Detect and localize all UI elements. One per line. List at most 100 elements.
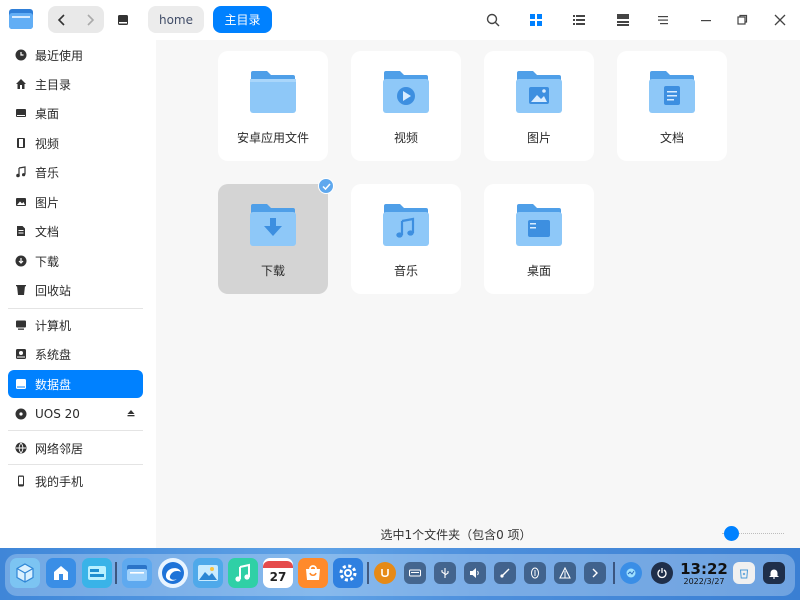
calendar-day: 27: [269, 569, 287, 584]
folder-label: 图片: [526, 131, 551, 145]
desktop-icon: [14, 106, 28, 120]
optical-disc-icon: [14, 407, 28, 421]
settings-icon[interactable]: [333, 558, 363, 588]
disk-icon: [118, 14, 128, 25]
input-method-icon[interactable]: [374, 562, 396, 584]
usb-icon[interactable]: [434, 562, 456, 584]
folder-label: 视频: [393, 131, 418, 145]
main-menu-button[interactable]: [652, 9, 674, 31]
sidebar-item-data-disk[interactable]: 数据盘: [8, 370, 143, 398]
menu-icon: [658, 16, 668, 25]
dock-divider: [613, 562, 615, 584]
grid-view-icon: [530, 14, 542, 26]
folder-music[interactable]: 音乐: [351, 184, 461, 294]
folder-android-apps[interactable]: 安卓应用文件: [218, 51, 328, 161]
chevron-right-icon: [87, 13, 95, 26]
clock[interactable]: 13:22 2022/3/27: [680, 561, 728, 587]
folder-icon: [250, 71, 296, 113]
sidebar-item-videos[interactable]: 视频: [8, 129, 143, 157]
screenshot-icon[interactable]: [494, 562, 516, 584]
sidebar-item-desktop[interactable]: 桌面: [8, 99, 143, 127]
computer-icon: [14, 318, 28, 332]
search-icon: [486, 13, 500, 27]
sidebar-item-trash[interactable]: 回收站: [8, 276, 143, 304]
disk-icon: [14, 377, 28, 391]
list-view-button[interactable]: [568, 9, 590, 31]
forward-button[interactable]: [76, 6, 104, 33]
home-icon: [14, 77, 28, 91]
sidebar-item-home[interactable]: 主目录: [8, 70, 143, 98]
file-grid: 安卓应用文件 视频 图片 文档 下载 音乐 桌面: [156, 40, 800, 548]
notification-bell-icon[interactable]: [763, 562, 785, 584]
network-status-icon[interactable]: [554, 562, 576, 584]
sidebar-item-network[interactable]: 网络邻居: [8, 434, 143, 462]
minimize-button[interactable]: [695, 9, 717, 31]
sidebar-item-my-phone[interactable]: 我的手机: [8, 467, 143, 495]
sidebar-item-uos-20[interactable]: UOS 20: [8, 400, 143, 428]
music-folder-icon: [383, 204, 429, 246]
chevron-left-icon: [57, 13, 65, 26]
sidebar-item-music[interactable]: 音乐: [8, 158, 143, 186]
system-monitor-icon[interactable]: [620, 562, 642, 584]
folder-label: 音乐: [393, 264, 418, 278]
detail-view-button[interactable]: [612, 9, 634, 31]
onscreen-keyboard-icon[interactable]: [404, 562, 426, 584]
music-icon: [14, 165, 28, 179]
selected-check-icon: [318, 178, 334, 194]
back-button[interactable]: [48, 6, 76, 33]
file-manager-dock-icon[interactable]: [122, 558, 152, 588]
sidebar-divider: [8, 464, 143, 465]
launcher-icon[interactable]: [10, 558, 40, 588]
sidebar-divider: [8, 430, 143, 431]
breadcrumb-home[interactable]: home: [148, 6, 204, 33]
phone-icon: [14, 474, 28, 488]
sidebar-item-downloads[interactable]: 下载: [8, 247, 143, 275]
picture-folder-icon: [516, 71, 562, 113]
sidebar-item-documents[interactable]: 文档: [8, 217, 143, 245]
trash-dock-icon[interactable]: [733, 562, 755, 584]
close-button[interactable]: [769, 9, 791, 31]
network-icon: [14, 441, 28, 455]
film-icon: [14, 136, 28, 150]
folder-downloads[interactable]: 下载: [218, 178, 334, 294]
browser-icon[interactable]: [158, 558, 188, 588]
sidebar-item-label: 下载: [35, 254, 60, 269]
disk-icon: [14, 347, 28, 361]
sidebar-item-recent[interactable]: 最近使用: [8, 41, 143, 69]
breadcrumb-disk[interactable]: [108, 6, 138, 33]
restore-icon: [737, 14, 748, 25]
image-icon: [14, 195, 28, 209]
sidebar-item-computer[interactable]: 计算机: [8, 311, 143, 339]
image-viewer-icon[interactable]: [193, 558, 223, 588]
sidebar-item-label: 音乐: [35, 165, 60, 180]
music-player-icon[interactable]: [228, 558, 258, 588]
sidebar-item-pictures[interactable]: 图片: [8, 188, 143, 216]
navigation-buttons: [48, 6, 104, 33]
folder-desktop[interactable]: 桌面: [484, 184, 594, 294]
tray-expand-icon[interactable]: [584, 562, 606, 584]
volume-icon[interactable]: [464, 562, 486, 584]
eject-icon[interactable]: [127, 409, 135, 417]
calendar-icon[interactable]: 27: [263, 558, 293, 588]
power-icon[interactable]: [651, 562, 673, 584]
desktop-show-icon[interactable]: [82, 558, 112, 588]
breadcrumb-current[interactable]: 主目录: [213, 6, 272, 33]
app-store-icon[interactable]: [298, 558, 328, 588]
icon-view-button[interactable]: [525, 9, 547, 31]
multitask-view-icon[interactable]: [46, 558, 76, 588]
sidebar-item-label: 我的手机: [35, 474, 84, 489]
sidebar-item-system-disk[interactable]: 系统盘: [8, 340, 143, 368]
folder-videos[interactable]: 视频: [351, 51, 461, 161]
sidebar-item-label: UOS 20: [35, 407, 80, 421]
fingerprint-icon[interactable]: [524, 562, 546, 584]
sidebar-item-label: 图片: [35, 195, 60, 210]
folder-label: 桌面: [526, 264, 551, 278]
search-button[interactable]: [482, 9, 504, 31]
folder-documents[interactable]: 文档: [617, 51, 727, 161]
sidebar-item-label: 计算机: [35, 318, 72, 333]
maximize-button[interactable]: [731, 9, 753, 31]
video-folder-icon: [383, 71, 429, 113]
clock-date: 2022/3/27: [683, 577, 725, 586]
folder-pictures[interactable]: 图片: [484, 51, 594, 161]
icon-size-slider-handle[interactable]: [724, 526, 739, 541]
